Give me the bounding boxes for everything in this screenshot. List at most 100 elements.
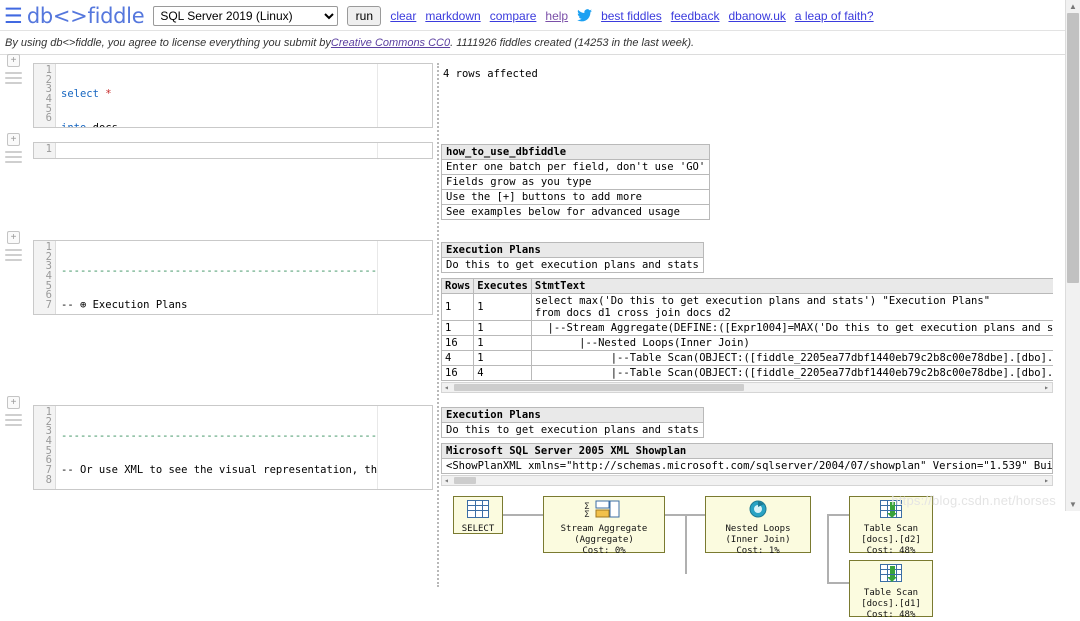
panel-gutter-1: + (0, 63, 33, 66)
grid-horizontal-scrollbar[interactable]: ◂ ▸ (441, 382, 1053, 393)
column-header-execution-plans: Execution Plans (442, 408, 704, 423)
cell-rows: 4 (442, 351, 474, 366)
clear-link[interactable]: clear (390, 9, 416, 23)
line-numbers-3: 1234567 (34, 241, 56, 314)
table-scan-icon (854, 500, 928, 522)
line-numbers-4: 12345678 (34, 406, 56, 489)
cell-executes: 1 (474, 321, 532, 336)
help-link[interactable]: help (545, 9, 568, 23)
plan-node-nested-loops[interactable]: Nested Loops (Inner Join) Cost: 1% (705, 496, 811, 553)
execution-plan-grid: Rows Executes StmtText StmtId NodeId 1 1… (441, 278, 1053, 381)
add-panel-button-4[interactable]: + (7, 396, 20, 409)
sql-editor-1[interactable]: 123456 select * into docs from (values (… (33, 63, 433, 128)
drag-handle-4[interactable] (5, 414, 22, 429)
sql-code-1[interactable]: select * into docs from (values ('Enter … (56, 64, 377, 127)
sql-code-4[interactable]: ----------------------------------------… (56, 406, 377, 489)
drag-handle-3[interactable] (5, 249, 22, 264)
plan-node-table-scan-d1[interactable]: Table Scan [docs].[d1] Cost: 48% (849, 560, 933, 617)
sql-code-3[interactable]: ----------------------------------------… (56, 241, 377, 314)
twitter-bird-icon[interactable] (577, 9, 592, 24)
plan-title-table-4: Execution Plans Do this to get execution… (441, 407, 704, 438)
sql-editor-3[interactable]: 1234567 --------------------------------… (33, 240, 433, 315)
table-cell: Do this to get execution plans and stats (442, 423, 704, 438)
fiddle-panel-3: + 1234567 ------------------------------… (0, 240, 1080, 393)
compare-link[interactable]: compare (490, 9, 537, 23)
scroll-right-arrow-icon[interactable]: ▸ (1044, 477, 1049, 484)
app-logo[interactable]: ☰ db<>fiddle (4, 5, 144, 27)
plan-node-table-scan-d2[interactable]: Table Scan [docs].[d2] Cost: 48% (849, 496, 933, 553)
connector-nested-scan2 (827, 514, 849, 516)
plan-node-stream-aggregate[interactable]: Σ Σ Stream Aggregate (Aggregate) Cost: 0… (543, 496, 665, 553)
table-row: Enter one batch per field, don't use 'GO… (442, 160, 710, 175)
browser-scrollbar[interactable]: ▲ ▼ (1065, 0, 1080, 511)
run-button[interactable]: run (347, 6, 381, 26)
scroll-up-arrow-icon[interactable]: ▲ (1069, 2, 1077, 11)
editor-padding-4 (377, 406, 432, 489)
drag-handle-2[interactable] (5, 151, 22, 166)
results-pane-1: 4 rows affected (433, 63, 1080, 80)
xml-showplan-header: Microsoft SQL Server 2005 XML Showplan (441, 443, 1053, 459)
sql-code-2[interactable]: select * from docs; (56, 143, 377, 158)
markdown-link[interactable]: markdown (425, 9, 480, 23)
fiddle-panels: + 123456 select * into docs from (values… (0, 63, 1080, 587)
cell-rows: 1 (442, 321, 474, 336)
plan-node-cost: Cost: 0% (582, 546, 625, 556)
table-row: Do this to get execution plans and stats (442, 423, 704, 438)
nested-loops-icon (710, 500, 806, 522)
table-row: 16 1 |--Nested Loops(Inner Join) 1 3 (442, 336, 1054, 351)
table-cell: See examples below for advanced usage (442, 205, 710, 220)
legal-notice: By using db<>fiddle, you agree to licens… (0, 31, 1080, 55)
rows-affected-message: 4 rows affected (441, 65, 1080, 80)
plan-node-sublabel: (Aggregate) (574, 535, 634, 545)
table-row: Use the [+] buttons to add more (442, 190, 710, 205)
scrollbar-thumb[interactable] (1067, 13, 1079, 283)
scrollbar-thumb[interactable] (454, 477, 476, 484)
results-pane-3: Execution Plans Do this to get execution… (433, 240, 1080, 393)
logo-text: db<>fiddle (27, 5, 145, 27)
fiddle-panel-4: + 12345678 -----------------------------… (0, 405, 1080, 587)
leap-of-faith-link[interactable]: a leap of faith? (795, 9, 874, 23)
scroll-down-arrow-icon[interactable]: ▼ (1069, 500, 1077, 509)
add-panel-button-3[interactable]: + (7, 231, 20, 244)
legal-text-before: By using db<>fiddle, you agree to licens… (5, 37, 331, 49)
cell-rows: 16 (442, 366, 474, 381)
cell-executes: 1 (474, 351, 532, 366)
creative-commons-link[interactable]: Creative Commons CC0 (331, 37, 450, 49)
cell-executes: 1 (474, 336, 532, 351)
results-pane-2: how_to_use_dbfiddle Enter one batch per … (433, 142, 1080, 220)
svg-text:Σ: Σ (584, 510, 590, 518)
scroll-left-arrow-icon[interactable]: ◂ (444, 384, 449, 391)
sql-editor-4[interactable]: 12345678 -------------------------------… (33, 405, 433, 490)
plan-node-label: SELECT (462, 524, 495, 534)
plan-node-select[interactable]: SELECT (453, 496, 503, 534)
results-pane-4: Execution Plans Do this to get execution… (433, 405, 1080, 587)
cell-stmttext: |--Table Scan(OBJECT:([fiddle_2205ea77db… (531, 366, 1053, 381)
xml-horizontal-scrollbar[interactable]: ◂ ▸ (441, 475, 1053, 486)
table-cell: Enter one batch per field, don't use 'GO… (442, 160, 710, 175)
sql-editor-2[interactable]: 1 select * from docs; (33, 142, 433, 159)
panel-gutter-3: + (0, 240, 33, 243)
scroll-left-arrow-icon[interactable]: ◂ (444, 477, 449, 484)
feedback-link[interactable]: feedback (671, 9, 720, 23)
plan-node-label: Nested Loops (725, 524, 790, 534)
connector-nested-branch (827, 514, 829, 584)
cell-rows: 16 (442, 336, 474, 351)
drag-handle-1[interactable] (5, 72, 22, 87)
database-select[interactable]: SQL Server 2019 (Linux) (153, 6, 338, 26)
table-header-row: Rows Executes StmtText StmtId NodeId (442, 279, 1054, 294)
result-table-2: how_to_use_dbfiddle Enter one batch per … (441, 144, 710, 220)
query-plan-diagram: SELECT Σ Σ Stream Aggregate (Aggregate) (441, 492, 1061, 587)
legal-text-after: . 1111926 fiddles created (14253 in the … (450, 37, 694, 49)
best-fiddles-link[interactable]: best fiddles (601, 9, 662, 23)
editor-padding-1 (377, 64, 432, 127)
line-numbers-2: 1 (34, 143, 56, 158)
table-cell: Use the [+] buttons to add more (442, 190, 710, 205)
stream-aggregate-icon: Σ Σ (548, 500, 660, 522)
add-panel-button-1[interactable]: + (7, 54, 20, 67)
xml-showplan-body[interactable]: <ShowPlanXML xmlns="http://schemas.micro… (441, 459, 1053, 474)
scroll-right-arrow-icon[interactable]: ▸ (1044, 384, 1049, 391)
add-panel-button-2[interactable]: + (7, 133, 20, 146)
connector-nested-scan1 (827, 582, 849, 584)
scrollbar-thumb[interactable] (454, 384, 744, 391)
dbanow-link[interactable]: dbanow.uk (728, 9, 785, 23)
